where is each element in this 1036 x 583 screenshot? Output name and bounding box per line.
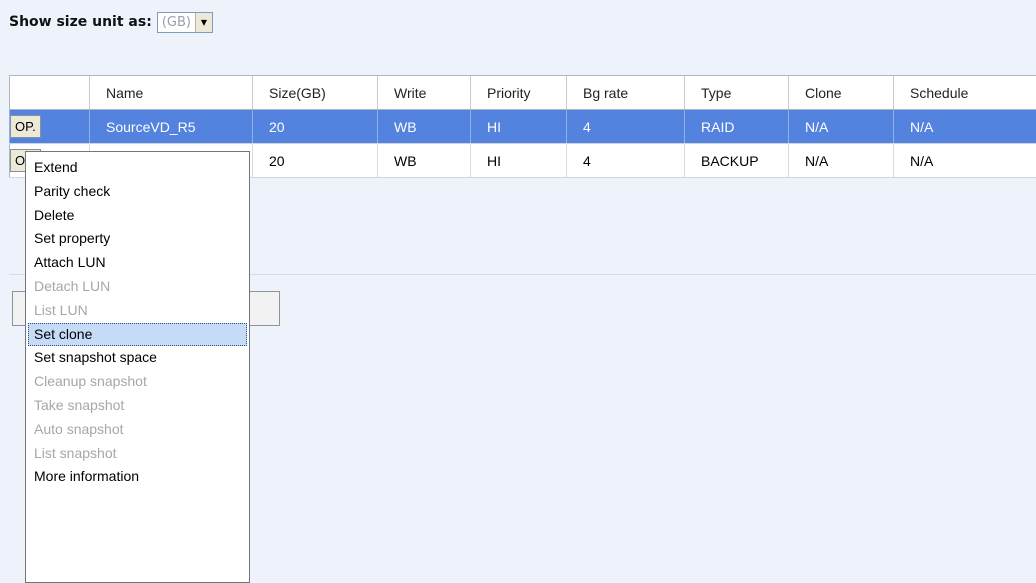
cell-write: WB [377, 143, 471, 178]
cell-size: 20 [252, 109, 378, 144]
menu-item-extend[interactable]: Extend [28, 156, 247, 180]
cell-bg-rate: 4 [566, 143, 685, 178]
menu-item-delete[interactable]: Delete [28, 204, 247, 228]
cell-type: BACKUP [684, 143, 789, 178]
header-type: Type [684, 75, 789, 110]
menu-item-list-lun: List LUN [34, 301, 88, 318]
op-context-menu: Extend Parity check Delete Set property … [25, 151, 250, 583]
cell-name: SourceVD_R5 [89, 109, 253, 144]
cell-bg-rate: 4 [566, 109, 685, 144]
menu-item-list-snapshot: List snapshot [34, 444, 117, 461]
op-cell: OP. [9, 109, 90, 144]
cell-schedule: N/A [893, 143, 1036, 178]
menu-item-attach-lun[interactable]: Attach LUN [28, 251, 247, 275]
menu-item-detach-lun: Detach LUN [34, 277, 111, 294]
cell-priority: HI [470, 143, 567, 178]
size-unit-value[interactable]: (GB) [158, 13, 195, 32]
header-op [9, 75, 90, 110]
size-unit-select[interactable]: (GB) ▼ [156, 11, 213, 33]
table-row[interactable]: OP. SourceVD_R5 20 WB HI 4 RAID N/A N/A [9, 109, 1036, 144]
size-unit-bar: Show size unit as: (GB) ▼ [9, 10, 213, 34]
cell-type: RAID [684, 109, 789, 144]
header-clone: Clone [788, 75, 894, 110]
cell-size: 20 [252, 143, 378, 178]
dropdown-arrow-icon[interactable]: ▼ [194, 12, 212, 32]
menu-item-set-clone[interactable]: Set clone [28, 322, 247, 347]
menu-item-auto-snapshot: Auto snapshot [34, 420, 124, 437]
cell-clone: N/A [788, 109, 894, 144]
op-button[interactable]: OP. [10, 115, 41, 138]
size-unit-label: Show size unit as: [9, 14, 152, 30]
menu-item-take-snapshot: Take snapshot [34, 396, 125, 413]
menu-item-parity-check[interactable]: Parity check [28, 180, 247, 204]
header-write: Write [377, 75, 471, 110]
table-header-row: Name Size(GB) Write Priority Bg rate Typ… [9, 75, 1036, 110]
header-size: Size(GB) [252, 75, 378, 110]
header-bg-rate: Bg rate [566, 75, 685, 110]
header-schedule: Schedule [893, 75, 1036, 110]
menu-item-set-property[interactable]: Set property [28, 227, 247, 251]
menu-item-set-snapshot-space[interactable]: Set snapshot space [28, 346, 247, 370]
cell-write: WB [377, 109, 471, 144]
cell-clone: N/A [788, 143, 894, 178]
header-priority: Priority [470, 75, 567, 110]
cell-priority: HI [470, 109, 567, 144]
menu-item-more-information[interactable]: More information [28, 465, 247, 489]
cell-schedule: N/A [893, 109, 1036, 144]
header-name: Name [89, 75, 253, 110]
menu-item-cleanup-snapshot: Cleanup snapshot [34, 373, 147, 390]
